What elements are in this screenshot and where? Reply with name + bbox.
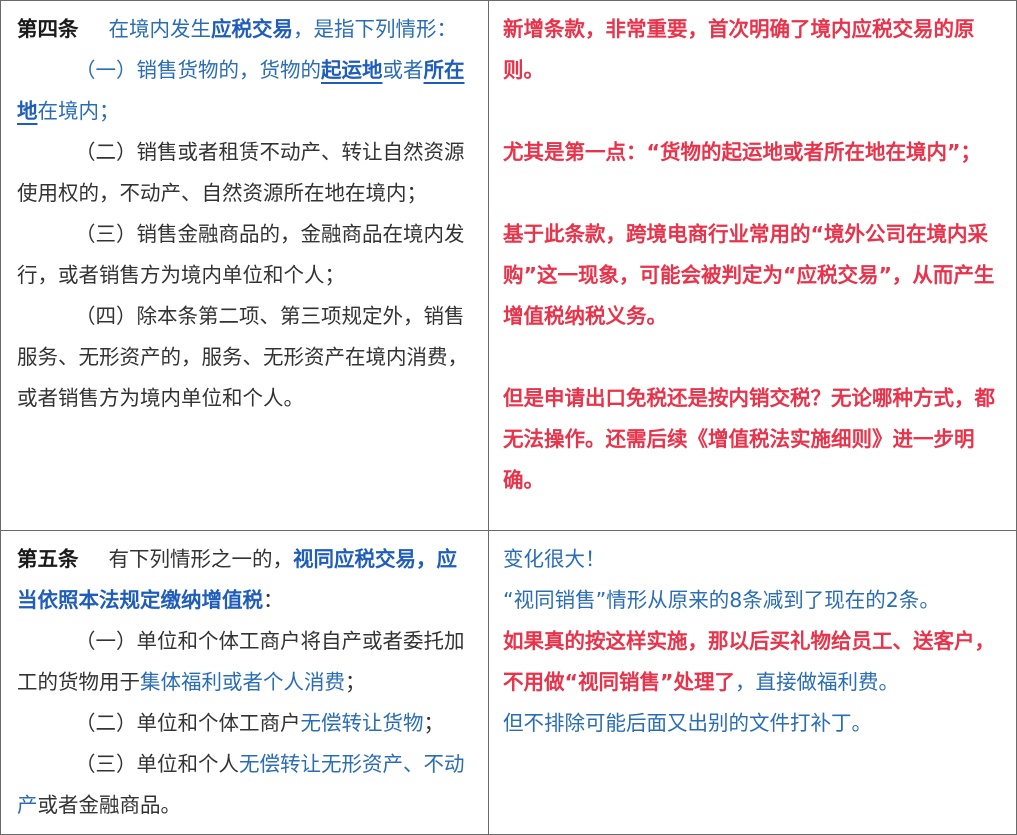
table-row-article-4: 第四条 在境内发生应税交易，是指下列情形： （一）销售货物的，货物的起运地或者所在… <box>0 0 1017 531</box>
article-5-item-3: （三）单位和个人无偿转让无形资产、不动产或者金融商品。 <box>17 752 465 817</box>
article-4-item-3: （三）销售金融商品的，金融商品在境内发行，或者销售方为境内单位和个人； <box>17 222 465 287</box>
article-5-item-2: （二）单位和个体工商户无偿转让货物； <box>75 711 444 735</box>
comment-5-cell: 变化很大！ “视同销售”情形从原来的8条减到了现在的2条。 如果真的按这样实施，… <box>488 530 1017 835</box>
article-4-cell: 第四条 在境内发生应税交易，是指下列情形： （一）销售货物的，货物的起运地或者所在… <box>0 0 489 531</box>
taxable-transaction-term: 应税交易 <box>211 17 293 41</box>
comment-5-para-1: 变化很大！ <box>503 547 606 571</box>
comment-5-para-4: 但不排除可能后面又出别的文件打补丁。 <box>503 711 872 735</box>
document-page: 第四条 在境内发生应税交易，是指下列情形： （一）销售货物的，货物的起运地或者所在… <box>0 0 1017 835</box>
origin-place-term: 起运地 <box>321 58 383 82</box>
comment-4-para-4: 但是申请出口免税还是按内销交税？无论哪种方式，都无法操作。还需后续《增值税法实施… <box>503 386 995 492</box>
article-5-intro: 第五条 有下列情形之一的，视同应税交易，应当依照本法规定缴纳增值税： <box>17 547 457 612</box>
article-4-heading: 第四条 <box>17 17 79 41</box>
law-comparison-table: 第四条 在境内发生应税交易，是指下列情形： （一）销售货物的，货物的起运地或者所在… <box>0 0 1017 835</box>
comment-4-cell: 新增条款，非常重要，首次明确了境内应税交易的原则。 尤其是第一点：“货物的起运地… <box>488 0 1017 531</box>
article-4-intro: 第四条 在境内发生应税交易，是指下列情形： <box>17 17 457 41</box>
comment-5-para-2: “视同销售”情形从原来的8条减到了现在的2条。 <box>503 588 940 612</box>
welfare-term: 集体福利或者个人消费 <box>140 670 345 694</box>
article-5-cell: 第五条 有下列情形之一的，视同应税交易，应当依照本法规定缴纳增值税： （一）单位和… <box>0 530 489 835</box>
comment-5-para-3: 如果真的按这样实施，那以后买礼物给员工、送客户，不用做“视同销售”处理了，直接做… <box>503 629 995 694</box>
article-5-heading: 第五条 <box>17 547 79 571</box>
table-row-article-5: 第五条 有下列情形之一的，视同应税交易，应当依照本法规定缴纳增值税： （一）单位和… <box>0 530 1017 835</box>
comment-4-para-2: 尤其是第一点：“货物的起运地或者所在地在境内”； <box>503 140 981 164</box>
article-5-item-1: （一）单位和个体工商户将自产或者委托加工的货物用于集体福利或者个人消费； <box>17 629 465 694</box>
comment-4-para-1: 新增条款，非常重要，首次明确了境内应税交易的原则。 <box>503 17 975 82</box>
article-4-item-2: （二）销售或者租赁不动产、转让自然资源使用权的，不动产、自然资源所在地在境内； <box>17 140 465 205</box>
article-4-item-1: （一）销售货物的，货物的起运地或者所在地在境内； <box>17 58 465 123</box>
comment-4-para-3: 基于此条款，跨境电商行业常用的“境外公司在境内采购”这一现象，可能会被判定为“应… <box>503 222 995 328</box>
article-4-item-4: （四）除本条第二项、第三项规定外，销售服务、无形资产的，服务、无形资产在境内消费… <box>17 304 468 410</box>
free-transfer-goods-term: 无偿转让货物 <box>300 711 424 735</box>
